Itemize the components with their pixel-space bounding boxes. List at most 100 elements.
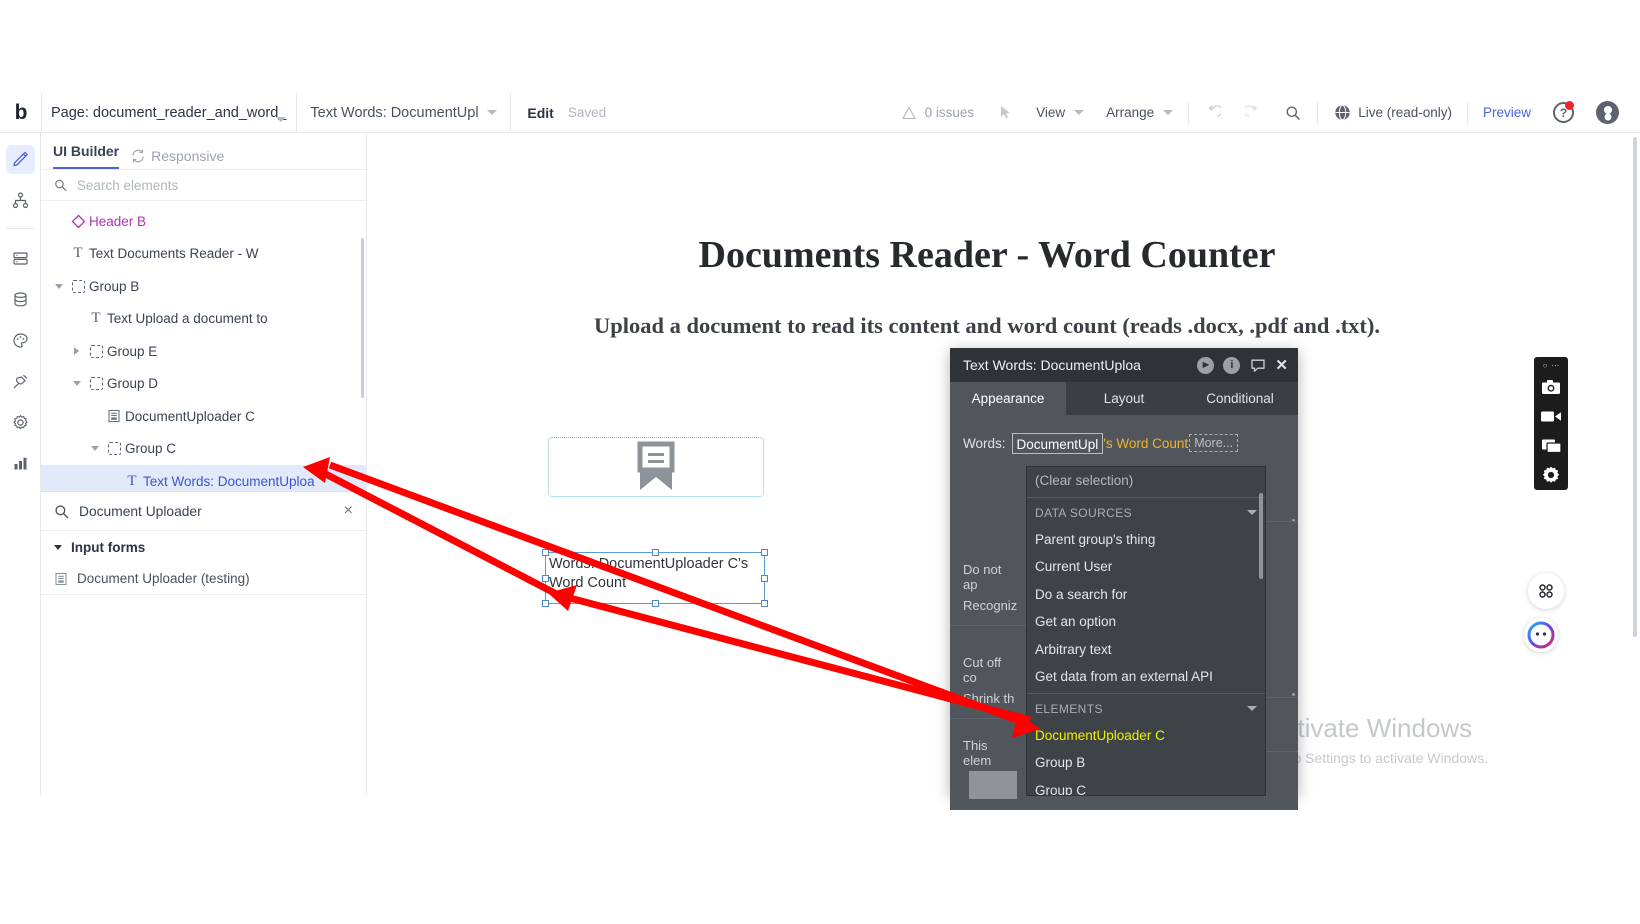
bubble-logo[interactable]: b: [0, 93, 41, 133]
palette-search-bar[interactable]: Document Uploader ×: [41, 491, 366, 531]
tab-responsive[interactable]: Responsive: [131, 148, 224, 164]
gear-icon: [1541, 465, 1561, 485]
recorder-video-button[interactable]: [1534, 401, 1568, 431]
account-button[interactable]: [1585, 93, 1630, 133]
chevron-down-icon[interactable]: [86, 446, 103, 451]
tree-item[interactable]: Header B: [41, 205, 366, 238]
recorder-screenshot-button[interactable]: [1534, 372, 1568, 402]
dropdown-section-header[interactable]: DATA SOURCES: [1027, 500, 1265, 526]
sidebar-item-data[interactable]: [6, 244, 35, 273]
view-menu[interactable]: View: [1025, 93, 1095, 133]
tab-ui-builder[interactable]: UI Builder: [53, 143, 119, 169]
comment-icon[interactable]: [1249, 357, 1266, 374]
resize-handle-ne[interactable]: [761, 549, 768, 556]
data-source-dropdown[interactable]: (Clear selection) DATA SOURCESParent grou…: [1026, 466, 1266, 796]
recorder-header[interactable]: ○ ⋯: [1543, 360, 1560, 372]
page-subtitle-text: Upload a document to read its content an…: [367, 313, 1607, 339]
dropdown-option[interactable]: Group B: [1027, 749, 1265, 777]
page-selector[interactable]: Page: document_reader_and_word_: [42, 93, 296, 133]
chevron-down-icon: [1247, 706, 1257, 711]
dropdown-option[interactable]: Parent group's thing: [1027, 526, 1265, 554]
tree-item[interactable]: TText Documents Reader - W: [41, 238, 366, 271]
recorder-more-icon[interactable]: ⋯: [1551, 361, 1559, 370]
arrange-label: Arrange: [1106, 105, 1154, 120]
tree-item[interactable]: Group B: [41, 270, 366, 303]
pointer-tool-button[interactable]: [985, 93, 1025, 133]
sidebar-item-plugins[interactable]: [6, 367, 35, 396]
dropdown-section-header[interactable]: ELEMENTS: [1027, 696, 1265, 722]
arrange-menu[interactable]: Arrange: [1095, 93, 1184, 133]
property-panel-header[interactable]: Text Words: DocumentUploa ► i ✕: [950, 348, 1298, 382]
tree-item[interactable]: Group C: [41, 433, 366, 466]
chevron-down-icon[interactable]: [68, 381, 85, 386]
preview-button[interactable]: Preview: [1472, 93, 1542, 133]
dropdown-option[interactable]: Group C: [1027, 777, 1265, 797]
tree-item[interactable]: TText Upload a document to: [41, 303, 366, 336]
resize-handle-s[interactable]: [652, 600, 659, 607]
edit-tab[interactable]: Edit: [527, 105, 553, 121]
assistant-button[interactable]: [1524, 618, 1558, 652]
words-expression-suffix: 's Word Count: [1103, 436, 1188, 451]
palette-item-document-uploader[interactable]: Document Uploader (testing): [41, 563, 366, 595]
dropdown-option[interactable]: DocumentUploader C: [1027, 722, 1265, 750]
dropdown-scrollbar[interactable]: [1259, 493, 1263, 579]
resize-handle-sw[interactable]: [542, 600, 549, 607]
search-button[interactable]: [1273, 93, 1313, 133]
help-button[interactable]: ?: [1542, 93, 1585, 133]
element-selector[interactable]: Text Words: DocumentUploa: [297, 93, 510, 133]
resize-handle-w[interactable]: [542, 575, 549, 582]
dropdown-clear-selection[interactable]: (Clear selection): [1027, 467, 1265, 495]
recorder-window-button[interactable]: [1534, 431, 1568, 461]
chevron-right-icon[interactable]: [68, 347, 85, 355]
tab-conditional[interactable]: Conditional: [1182, 382, 1298, 415]
preview-label: Preview: [1483, 105, 1531, 120]
close-icon[interactable]: ×: [344, 503, 353, 519]
dropdown-option[interactable]: Get data from an external API: [1027, 663, 1265, 691]
palette-section-header[interactable]: Input forms: [41, 531, 366, 563]
info-icon[interactable]: i: [1223, 357, 1240, 374]
tree-item[interactable]: DocumentUploader C: [41, 400, 366, 433]
selected-text-element[interactable]: Words: DocumentUploader C's Word Count: [545, 552, 765, 604]
sidebar-item-workflow[interactable]: [6, 186, 35, 215]
sidebar-item-design[interactable]: [6, 145, 35, 174]
recorder-settings-button[interactable]: [1534, 460, 1568, 490]
occluded-row-5: This elem: [950, 739, 1028, 767]
sidebar-item-settings[interactable]: [6, 408, 35, 437]
issues-indicator[interactable]: 0 issues: [889, 93, 986, 133]
tree-item[interactable]: Group D: [41, 368, 366, 401]
close-icon[interactable]: ✕: [1275, 358, 1288, 373]
dropdown-option[interactable]: Get an option: [1027, 608, 1265, 636]
element-search-bar[interactable]: [41, 169, 366, 201]
resize-handle-e[interactable]: [761, 575, 768, 582]
redo-button[interactable]: [1233, 93, 1273, 133]
live-version-selector[interactable]: Live (read-only): [1322, 93, 1463, 133]
tree-scrollbar[interactable]: [361, 238, 364, 398]
sidebar-item-database[interactable]: [6, 285, 35, 314]
dropdown-option[interactable]: Arbitrary text: [1027, 636, 1265, 664]
apps-grid-button[interactable]: [1528, 573, 1564, 609]
property-action-button[interactable]: [969, 771, 1017, 799]
search-input[interactable]: [77, 178, 353, 193]
tree-item[interactable]: Group E: [41, 335, 366, 368]
recorder-status-icon: ○: [1543, 361, 1548, 370]
play-icon[interactable]: ►: [1197, 357, 1214, 374]
group-element-icon: [85, 377, 107, 390]
dropdown-option[interactable]: Do a search for: [1027, 581, 1265, 609]
header-element-icon: [67, 214, 89, 229]
sidebar-item-styles[interactable]: [6, 326, 35, 355]
dropdown-option[interactable]: Current User: [1027, 553, 1265, 581]
document-uploader-element[interactable]: [548, 437, 764, 497]
words-more-button[interactable]: More...: [1189, 434, 1238, 452]
chevron-down-icon[interactable]: [50, 284, 67, 289]
canvas-scrollbar[interactable]: [1633, 137, 1637, 637]
tab-appearance[interactable]: Appearance: [950, 382, 1066, 415]
tab-layout[interactable]: Layout: [1066, 382, 1182, 415]
resize-handle-nw[interactable]: [542, 549, 549, 556]
chevron-down-icon: [1074, 110, 1084, 115]
resize-handle-se[interactable]: [761, 600, 768, 607]
resize-handle-n[interactable]: [652, 549, 659, 556]
undo-button[interactable]: [1193, 93, 1233, 133]
sidebar-item-logs[interactable]: [6, 449, 35, 478]
tree-item[interactable]: TText Words: DocumentUploa: [41, 465, 366, 491]
words-expression-input[interactable]: DocumentUpl: [1012, 433, 1104, 454]
